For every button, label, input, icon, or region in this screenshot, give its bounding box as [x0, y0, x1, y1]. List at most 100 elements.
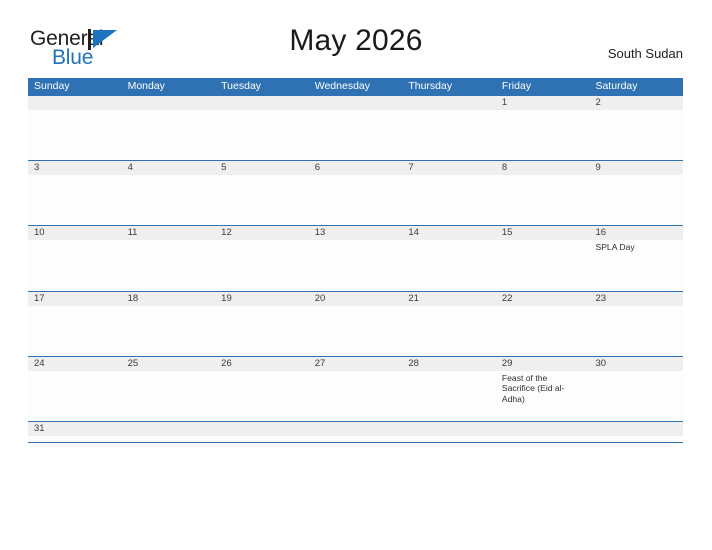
weekday-header-monday: Monday [127, 80, 165, 92]
day-cell-26[interactable]: 26 [215, 356, 309, 421]
day-number: 19 [215, 291, 309, 306]
day-number: 25 [121, 356, 216, 371]
day-number: 23 [589, 291, 684, 306]
day-cell-empty[interactable] [28, 96, 122, 160]
day-cell-19[interactable]: 19 [215, 291, 309, 356]
day-cell-20[interactable]: 20 [308, 291, 403, 356]
day-cell-6[interactable]: 6 [308, 161, 403, 225]
day-cell-empty[interactable] [495, 421, 590, 442]
day-number [28, 96, 122, 110]
week-cells: 24 25 26 27 28 29 Feast of the Sacrifice (Eid … [28, 356, 684, 421]
day-cell-17[interactable]: 17 [28, 291, 122, 356]
day-cell-14[interactable]: 14 [402, 226, 496, 290]
day-cell-empty[interactable] [308, 421, 403, 442]
weekday-header-tuesday: Tuesday [221, 80, 262, 92]
day-cell-2[interactable]: 2 [589, 96, 684, 160]
day-number: 6 [308, 161, 403, 176]
day-cell-empty[interactable] [402, 96, 496, 160]
day-number: 5 [215, 161, 309, 176]
day-cell-empty[interactable] [121, 421, 216, 442]
day-events: SPLA Day [589, 240, 683, 253]
day-cell-18[interactable]: 18 [121, 291, 216, 356]
day-number: 18 [121, 291, 216, 306]
day-cell-empty[interactable] [215, 421, 309, 442]
week-cells: 31 [28, 421, 684, 442]
day-cell-3[interactable]: 3 [28, 161, 122, 225]
day-number [402, 421, 496, 436]
calendar-grid: Sunday Monday Tuesday Wednesday Thursday Frid… [28, 78, 684, 443]
page-header: General Blue May 2026 South Sudan [0, 0, 712, 78]
day-cell-13[interactable]: 13 [308, 226, 403, 290]
weekday-header-sunday: Sunday [34, 80, 70, 92]
day-cell-24[interactable]: 24 [28, 356, 122, 421]
day-number: 8 [495, 161, 590, 176]
country-label: South Sudan [607, 46, 683, 61]
day-number: 14 [402, 226, 496, 241]
day-cell-empty[interactable] [308, 96, 403, 160]
day-cell-5[interactable]: 5 [215, 161, 309, 225]
day-cell-21[interactable]: 21 [402, 291, 496, 356]
day-cell-empty[interactable] [589, 421, 684, 442]
day-cell-15[interactable]: 15 [495, 226, 590, 290]
calendar-week-row: 12 [28, 95, 684, 161]
day-number: 31 [28, 421, 122, 436]
day-number: 1 [495, 96, 590, 110]
day-number: 3 [28, 161, 122, 176]
week-cells: 3456789 [28, 161, 684, 225]
day-cell-16[interactable]: 16 SPLA Day [589, 226, 684, 290]
day-number: 4 [121, 161, 216, 176]
day-number: 9 [589, 161, 684, 176]
day-number: 15 [495, 226, 590, 241]
day-number [495, 421, 590, 436]
day-cell-28[interactable]: 28 [402, 356, 496, 421]
day-cell-11[interactable]: 11 [121, 226, 216, 290]
week-cells: 10 11 12 13 14 15 16 SPLA Day [28, 226, 684, 290]
day-number [402, 96, 496, 110]
day-number: 2 [589, 96, 684, 110]
day-cell-30[interactable]: 30 [589, 356, 684, 421]
weekday-header-thursday: Thursday [408, 80, 453, 92]
day-number: 26 [215, 356, 309, 371]
weekday-header-wednesday: Wednesday [314, 80, 370, 92]
day-number: 16 [589, 226, 684, 241]
day-cell-12[interactable]: 12 [215, 226, 309, 290]
day-cell-7[interactable]: 7 [402, 161, 496, 225]
calendar-page: General Blue May 2026 South Sudan Sunday… [0, 0, 712, 550]
day-cell-9[interactable]: 9 [589, 161, 684, 225]
day-cell-empty[interactable] [402, 421, 496, 442]
day-cell-23[interactable]: 23 [589, 291, 684, 356]
day-number [308, 96, 403, 110]
day-number: 28 [402, 356, 496, 371]
holiday-event: Feast of the Sacrifice (Eid al-Adha) [501, 372, 565, 404]
weekday-header-saturday: Saturday [595, 80, 638, 92]
day-number: 30 [589, 356, 684, 371]
day-number [308, 421, 403, 436]
day-cell-empty[interactable] [215, 96, 309, 160]
calendar-week-row: 10 11 12 13 14 15 16 SPLA Day [28, 225, 684, 291]
day-cell-4[interactable]: 4 [121, 161, 216, 225]
day-cell-22[interactable]: 22 [495, 291, 590, 356]
calendar-week-row: 3456789 [28, 160, 684, 226]
day-cell-empty[interactable] [121, 96, 216, 160]
calendar-week-row: 31 [28, 420, 684, 443]
day-cell-1[interactable]: 1 [495, 96, 590, 160]
day-number: 12 [215, 226, 309, 241]
week-cells: 12 [28, 96, 684, 160]
weekday-header-friday: Friday [501, 80, 532, 92]
day-cell-25[interactable]: 25 [121, 356, 216, 421]
day-cell-29[interactable]: 29 Feast of the Sacrifice (Eid al-Adha) [495, 356, 590, 421]
day-cell-31[interactable]: 31 [28, 421, 122, 442]
day-cell-10[interactable]: 10 [28, 226, 122, 290]
day-number [215, 96, 309, 110]
day-number: 24 [28, 356, 122, 371]
day-number [121, 96, 216, 110]
day-number [121, 421, 216, 436]
day-number: 17 [28, 291, 122, 306]
day-cell-27[interactable]: 27 [308, 356, 403, 421]
day-number [215, 421, 309, 436]
weekday-header-row: Sunday Monday Tuesday Wednesday Thursday Frid… [28, 78, 683, 95]
day-number: 22 [495, 291, 590, 306]
day-cell-8[interactable]: 8 [495, 161, 590, 225]
calendar-weeks: 1 2 3 4 5 6 7 8 9 10 11 12 13 14 15 16 SPLA Day 17 18 19 20 2… [28, 95, 684, 443]
day-number: 20 [308, 291, 403, 306]
